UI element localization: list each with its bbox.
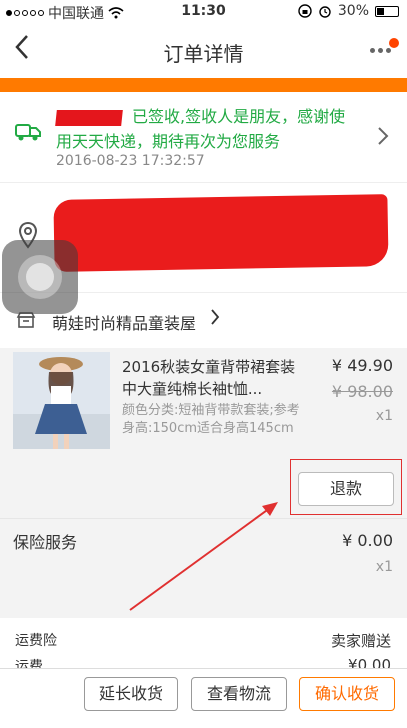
orientation-lock-icon [298,4,312,18]
insurance-label: 保险服务 [13,533,78,552]
nav-bar: 订单详情 [0,22,407,78]
more-dot [370,48,375,53]
shipping-insurance-value: 卖家赠送 [330,632,391,650]
product-spec: 颜色分类:短袖背带款套装;参考身高:150cm适合身高145cm [122,403,300,436]
logistics-card[interactable]: 已签收,签收人是朋友，感谢使用天天快递，期待再次为您服务 2016-08-23 … [0,92,407,182]
redacted-address [53,194,389,272]
assistive-touch-button[interactable] [2,240,78,314]
status-banner [0,78,407,92]
confirm-receipt-button[interactable]: 确认收货 [299,677,395,711]
product-image[interactable] [13,352,110,449]
more-button[interactable] [370,38,399,53]
chevron-right-icon [377,126,389,152]
more-dot [386,48,391,53]
insurance-quantity: x1 [375,559,393,575]
view-logistics-button[interactable]: 查看物流 [191,677,287,711]
fees-section: 运费险 卖家赠送 运费 ¥0.00 [0,618,407,670]
more-dot [378,48,383,53]
product-item[interactable]: 2016秋装女童背带裙套装 中大童纯棉长袖t恤... 颜色分类:短袖背带款套装;… [0,348,407,518]
shop-name: 萌娃时尚精品童装屋 [52,314,197,333]
insurance-price: ¥ 0.00 [342,531,393,550]
product-quantity: x1 [375,408,393,424]
insurance-row: 保险服务 ¥ 0.00 x1 [0,518,407,618]
notification-badge [389,38,399,48]
truck-icon [15,124,41,141]
bottom-action-bar: 延长收货 查看物流 确认收货 [0,668,407,728]
product-original-price: ¥ 98.00 [331,382,393,401]
product-title: 2016秋装女童背带裙套装 中大童纯棉长袖t恤... [122,358,296,398]
redacted-recipient [55,109,123,126]
battery-percent: 30% [337,3,369,19]
page-title: 订单详情 [163,42,244,66]
extend-receipt-button[interactable]: 延长收货 [84,677,178,711]
product-price: ¥ 49.90 [331,356,393,375]
chevron-right-icon [210,307,220,331]
assistive-ring-inner [26,263,54,291]
status-right: 30% [298,3,399,19]
status-bar: 中国联通 11:30 30% [0,0,407,22]
refund-button[interactable]: 退款 [298,472,394,506]
shipping-insurance-label: 运费险 [15,633,57,649]
logistics-time: 2016-08-23 17:32:57 [56,153,205,169]
logistics-message-wrap: 已签收,签收人是朋友，感谢使用天天快递，期待再次为您服务 [55,104,356,154]
battery-icon [375,5,399,17]
alarm-icon [319,6,331,18]
